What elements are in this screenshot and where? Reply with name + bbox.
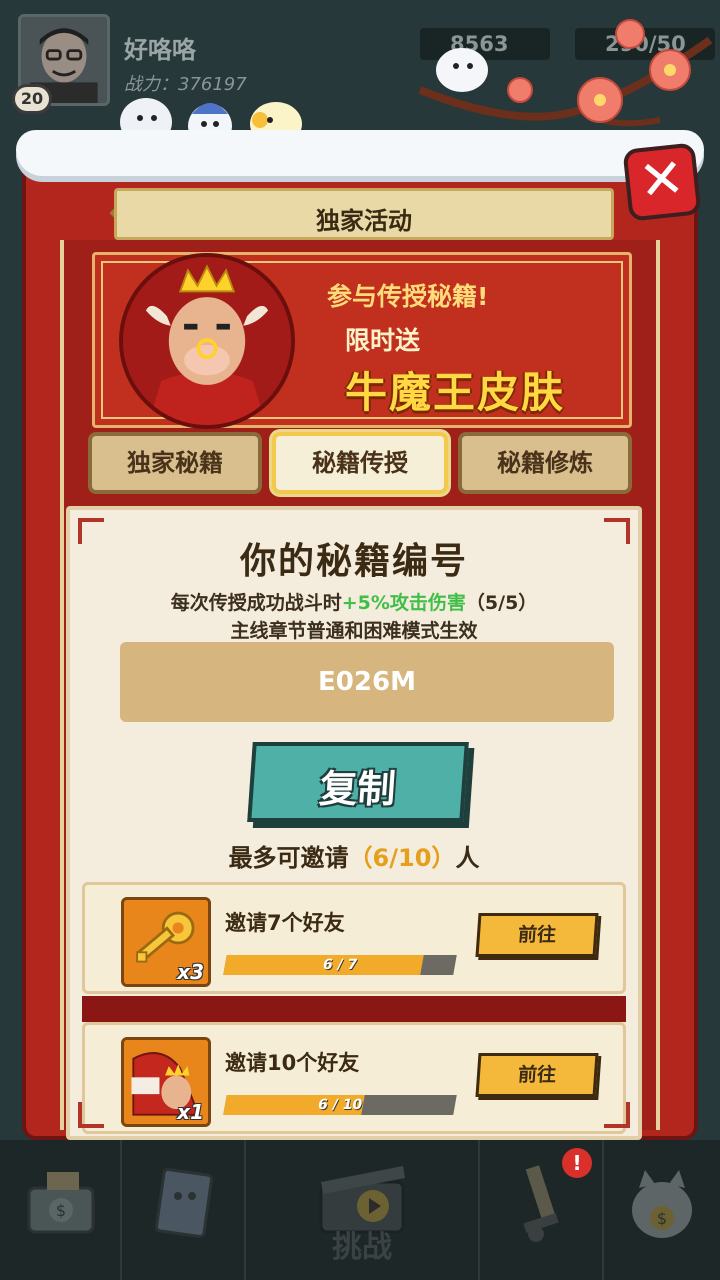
svg-text:$: $ (56, 1201, 66, 1220)
tab-exclusive-secret[interactable]: 独家秘籍 (88, 432, 262, 494)
invite-limit-suffix: 人 (455, 844, 480, 872)
reward-progress-text: 6 / 7 (321, 957, 359, 973)
weapons-notification-badge: ! (562, 1148, 592, 1178)
reward-title: 邀请7个好友 (225, 911, 345, 935)
panel-title: 你的秘籍编号 (239, 541, 468, 582)
reward-quantity: x3 (177, 960, 204, 984)
lucky-cat-icon: $ (632, 1170, 692, 1238)
row-divider (82, 996, 626, 1022)
corner-ornament (604, 1102, 630, 1128)
close-button[interactable]: ✕ (622, 142, 702, 222)
reward-title: 邀请10个好友 (225, 1051, 360, 1075)
top-bar: 20 好咯咯 战力：376197 8563 290/50 (0, 0, 720, 148)
shop-cart-icon: $ (27, 1172, 95, 1234)
event-modal: 独家活动 ✕ 参与传授秘籍! 限时送 牛魔王皮肤 独家秘籍 秘籍传授 秘籍修炼 (16, 130, 704, 1140)
reward-icon-box: x3 (121, 897, 211, 987)
bonus-description: 每次传授成功战斗时+5%攻击伤害（5/5） (70, 588, 638, 615)
bonus-scope: 主线章节普通和困难模式生效 (230, 620, 478, 642)
tab-secret-training[interactable]: 秘籍修炼 (458, 432, 632, 494)
bonus-desc-prefix: 每次传授成功战斗时 (170, 592, 342, 614)
player-name: 好咯咯 (124, 36, 196, 64)
bottom-nav: $ 挑战 $ (0, 1140, 720, 1280)
bull-king-portrait (119, 253, 295, 429)
reward-progress-text: 6 / 10 (316, 1097, 364, 1113)
copy-button-label: 复制 (317, 767, 398, 811)
reward-row: x3 邀请7个好友 6 / 7 前往 (82, 882, 626, 994)
player-level-badge: 20 (12, 84, 52, 114)
go-button[interactable]: 前往 (475, 913, 599, 957)
banner-subline: 限时送 (345, 326, 421, 355)
nav-challenge-label: 挑战 (332, 1230, 392, 1265)
close-x-icon: ✕ (635, 145, 688, 214)
reward-progress-bar: 6 / 10 (223, 1095, 457, 1115)
reward-progress-bar: 6 / 7 (223, 955, 457, 975)
bonus-value: +5%攻击伤害 (341, 592, 466, 614)
book-icon (154, 1167, 214, 1239)
banner-headline: 参与传授秘籍! (327, 282, 489, 311)
reward-icon-box: x1 (121, 1037, 211, 1127)
promo-banner: 参与传授秘籍! 限时送 牛魔王皮肤 (92, 252, 632, 429)
tab-secret-teaching[interactable]: 秘籍传授 (272, 432, 448, 494)
invite-limit-prefix: 最多可邀请 (228, 844, 349, 872)
nav-book[interactable] (122, 1140, 246, 1280)
secret-code-field[interactable]: E026M (120, 642, 614, 722)
corner-ornament (78, 1102, 104, 1128)
nav-challenge[interactable]: 挑战 (246, 1140, 480, 1280)
bull-king-icon (123, 257, 291, 425)
reward-quantity: x1 (177, 1100, 204, 1124)
invite-limit: 最多可邀请（6/10）人 (70, 838, 638, 873)
nav-shop[interactable]: $ (0, 1140, 122, 1280)
content-panel: 你的秘籍编号 每次传授成功战斗时+5%攻击伤害（5/5） 主线章节普通和困难模式… (66, 506, 642, 1140)
banner-reward-name: 牛魔王皮肤 (345, 368, 566, 417)
modal-title-band: 独家活动 (114, 188, 614, 240)
copy-button[interactable]: 复制 (247, 742, 469, 822)
bonus-count: （5/5） (465, 592, 538, 614)
reward-row: x1 邀请10个好友 6 / 10 前往 (82, 1022, 626, 1134)
nav-lucky-cat[interactable]: $ (604, 1140, 720, 1280)
snow-cap (16, 130, 704, 176)
go-button[interactable]: 前往 (475, 1053, 599, 1097)
svg-text:$: $ (657, 1209, 667, 1228)
modal-title: 独家活动 (316, 207, 412, 235)
invite-limit-count: （6/10） (348, 844, 456, 872)
